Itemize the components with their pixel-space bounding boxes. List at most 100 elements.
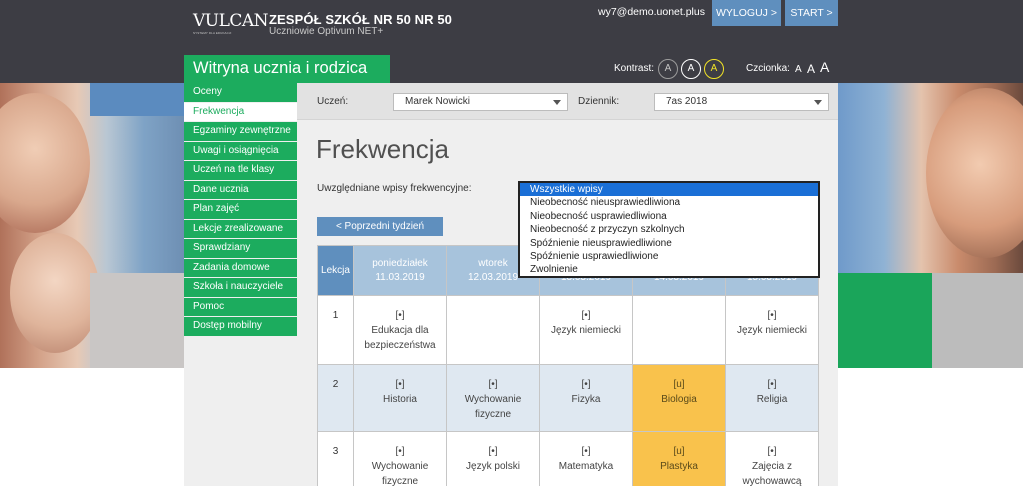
sidebar-item-sprawdziany[interactable]: Sprawdziany	[184, 239, 297, 258]
background-band-green	[838, 273, 932, 368]
contrast-label: Kontrast:	[614, 63, 655, 74]
user-email: wy7@demo.uonet.plus	[598, 6, 705, 18]
dropdown-option-school-absence[interactable]: Nieobecność z przyczyn szkolnych	[520, 223, 818, 236]
table-row: 3 [•] Wychowanie fizyczne [•] Język polski…	[317, 431, 819, 486]
school-subtitle: Uczniowie Optivum NET+	[269, 26, 384, 37]
sidebar-item-lekcje-zrealizowane[interactable]: Lekcje zrealizowane	[184, 219, 297, 238]
contrast-yellow-button[interactable]: A	[704, 59, 724, 79]
journal-select[interactable]: 7as 2018	[654, 93, 829, 111]
attendance-cell[interactable]: [•] Wychowanie fizyczne	[353, 431, 447, 486]
background-band-blue	[90, 83, 184, 116]
attendance-filter-label: Uwzględniane wpisy frekwencyjne:	[317, 183, 472, 194]
sidebar-item-uwagi[interactable]: Uwagi i osiągnięcia	[184, 141, 297, 160]
student-select[interactable]: Marek Nowicki	[393, 93, 568, 111]
face-left	[0, 93, 90, 233]
attendance-cell[interactable]: [•] Edukacja dla bezpieczeństwa	[353, 295, 447, 365]
attendance-filter-dropdown[interactable]: Wszystkie wpisy Nieobecność nieusprawied…	[518, 181, 820, 278]
attendance-cell[interactable]	[446, 295, 540, 365]
dropdown-option-unexcused-late[interactable]: Spóźnienie nieusprawiedliwione	[520, 237, 818, 250]
dropdown-option-excused-late[interactable]: Spóźnienie usprawiedliwione	[520, 250, 818, 263]
day-name: wtorek	[478, 257, 508, 269]
lesson-column-header: Lekcja	[317, 245, 354, 296]
journal-select-value: 7as 2018	[666, 96, 708, 107]
sidebar-item-uczen-na-tle-klasy[interactable]: Uczeń na tle klasy	[184, 161, 297, 180]
subject-name: Wychowanie fizyczne	[371, 461, 429, 486]
attendance-mark: [u]	[673, 446, 685, 457]
attendance-cell[interactable]: [•] Religia	[725, 364, 819, 432]
attendance-table: Lekcja poniedziałek 11.03.2019 wtorek 12.0…	[317, 245, 819, 486]
lesson-number: 3	[317, 431, 354, 486]
font-size-label: Czcionka:	[746, 63, 790, 74]
attendance-mark: [•]	[767, 310, 777, 321]
attendance-cell[interactable]: [•] Fizyka	[539, 364, 633, 432]
sidebar-item-dostep-mobilny[interactable]: Dostęp mobilny	[184, 317, 297, 336]
sidebar-item-pomoc[interactable]: Pomoc	[184, 297, 297, 316]
subject-name: Biologia	[661, 394, 697, 405]
attendance-cell[interactable]: [•] Zajęcia z wychowawcą	[725, 431, 819, 486]
sidebar-item-oceny[interactable]: Oceny	[184, 83, 297, 102]
site-title: Witryna ucznia i rodzica	[193, 59, 368, 77]
attendance-mark: [•]	[581, 446, 591, 457]
vulcan-logo[interactable]: VULCAN SYSTEMY DLA EDUKACJI	[193, 11, 269, 37]
attendance-mark: [•]	[581, 310, 591, 321]
dropdown-option-exemption[interactable]: Zwolnienie	[520, 263, 818, 276]
chevron-down-icon	[814, 100, 822, 105]
attendance-cell-late[interactable]: [u] Biologia	[632, 364, 726, 432]
attendance-cell[interactable]: [•] Wychowanie fizyczne	[446, 364, 540, 432]
attendance-mark: [•]	[395, 446, 405, 457]
page-title: Frekwencja	[316, 134, 449, 164]
attendance-mark: [•]	[767, 446, 777, 457]
previous-week-button[interactable]: < Poprzedni tydzień	[317, 217, 443, 236]
attendance-cell[interactable]: [•] Język niemiecki	[725, 295, 819, 365]
attendance-mark: [•]	[395, 310, 405, 321]
table-row: 1 [•] Edukacja dla bezpieczeństwa [•] Języ…	[317, 295, 819, 365]
sidebar-item-zadania-domowe[interactable]: Zadania domowe	[184, 258, 297, 277]
start-button[interactable]: START >	[785, 0, 838, 26]
attendance-cell[interactable]: [•] Matematyka	[539, 431, 633, 486]
dropdown-option-all[interactable]: Wszystkie wpisy	[520, 183, 818, 197]
dropdown-option-excused-absence[interactable]: Nieobecność usprawiedliwiona	[520, 210, 818, 223]
face-right	[926, 88, 1023, 258]
font-large-button[interactable]: A	[820, 59, 829, 75]
student-label: Uczeń:	[317, 96, 349, 107]
day-date: 12.03.2019	[467, 271, 519, 283]
sidebar-item-frekwencja[interactable]: Frekwencja	[184, 102, 297, 121]
lesson-number: 2	[317, 364, 354, 432]
attendance-mark: [u]	[673, 379, 685, 390]
attendance-cell[interactable]	[632, 295, 726, 365]
sidebar-item-plan-zajec[interactable]: Plan zajęć	[184, 200, 297, 219]
background-band-gray-right	[932, 273, 1023, 368]
sidebar-item-szkola[interactable]: Szkoła i nauczyciele	[184, 278, 297, 297]
attendance-cell[interactable]: [•] Język polski	[446, 431, 540, 486]
attendance-mark: [•]	[581, 379, 591, 390]
subject-name: Plastyka	[660, 461, 698, 472]
day-header: poniedziałek 11.03.2019	[353, 245, 447, 296]
subject-name: Historia	[383, 394, 417, 405]
student-select-value: Marek Nowicki	[405, 96, 471, 107]
attendance-mark: [•]	[488, 379, 498, 390]
sidebar-item-dane-ucznia[interactable]: Dane ucznia	[184, 180, 297, 199]
chevron-down-icon	[553, 100, 561, 105]
sidebar-item-egzaminy[interactable]: Egzaminy zewnętrzne	[184, 122, 297, 141]
day-date: 11.03.2019	[375, 271, 425, 283]
sidebar-nav: Oceny Frekwencja Egzaminy zewnętrzne Uwa…	[184, 83, 297, 337]
lesson-number: 1	[317, 295, 354, 365]
attendance-mark: [•]	[488, 446, 498, 457]
subject-name: Zajęcia z wychowawcą	[742, 461, 802, 486]
font-small-button[interactable]: A	[795, 64, 802, 75]
attendance-cell[interactable]: [•] Historia	[353, 364, 447, 432]
attendance-cell[interactable]: [•] Język niemiecki	[539, 295, 633, 365]
attendance-cell-late[interactable]: [u] Plastyka	[632, 431, 726, 486]
subject-name: Edukacja dla bezpieczeństwa	[364, 325, 436, 351]
school-name: ZESPÓŁ SZKÓŁ NR 50 NR 50	[269, 12, 452, 27]
font-medium-button[interactable]: A	[807, 62, 815, 76]
logout-button[interactable]: WYLOGUJ >	[712, 0, 781, 26]
subject-name: Język polski	[466, 461, 520, 472]
journal-label: Dziennik:	[578, 96, 620, 107]
dropdown-option-unexcused-absence[interactable]: Nieobecność nieusprawiedliwiona	[520, 196, 818, 209]
contrast-high-button[interactable]: A	[681, 59, 701, 79]
table-row: 2 [•] Historia [•] Wychowanie fizyczne [•]…	[317, 364, 819, 432]
contrast-default-button[interactable]: A	[658, 59, 678, 79]
subject-name: Język niemiecki	[736, 325, 808, 336]
top-header: VULCAN SYSTEMY DLA EDUKACJI ZESPÓŁ SZKÓŁ…	[0, 0, 1023, 83]
